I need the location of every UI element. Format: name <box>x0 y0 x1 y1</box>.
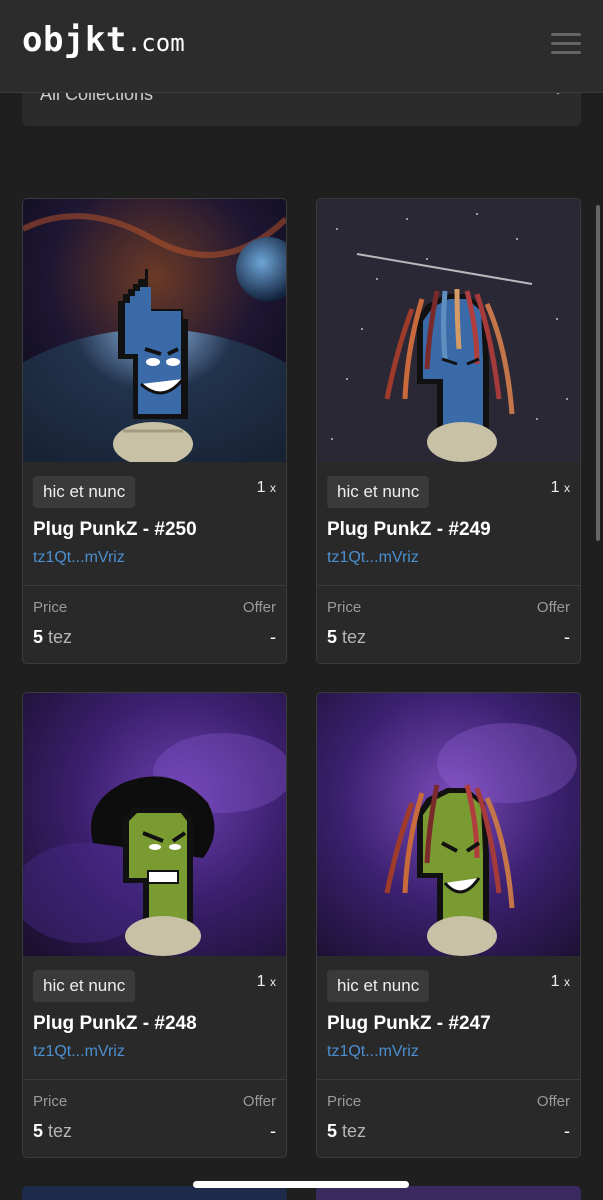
top-header: objkt.com <box>0 0 603 93</box>
price-value: 5 tez <box>33 627 73 647</box>
price-label: Price <box>33 1093 68 1110</box>
home-indicator[interactable] <box>193 1181 409 1188</box>
creator-link[interactable]: tz1Qt...mVriz <box>327 549 419 567</box>
platform-tag[interactable]: hic et nunc <box>327 970 430 1002</box>
edition-count: 1 x <box>550 479 570 496</box>
platform-tag[interactable]: hic et nunc <box>327 476 430 508</box>
offer-label: Offer <box>242 599 276 616</box>
price-value: 5 tez <box>327 627 367 647</box>
nft-card[interactable]: hic et nunc 1 x Plug PunkZ - #249 tz1Qt.… <box>316 198 581 664</box>
price-value: 5 tez <box>33 1121 73 1141</box>
offer-label: Offer <box>242 1093 276 1110</box>
offer-value: - <box>270 627 276 647</box>
nft-card[interactable]: hic et nunc 1 x Plug PunkZ - #250 tz1Qt.… <box>22 198 287 664</box>
nft-artwork[interactable] <box>23 199 286 462</box>
logo-domain-text: .com <box>126 29 185 57</box>
price-label: Price <box>327 1093 362 1110</box>
creator-link[interactable]: tz1Qt...mVriz <box>327 1043 419 1061</box>
nft-card-peek[interactable] <box>22 1186 287 1200</box>
nft-title[interactable]: Plug PunkZ - #249 <box>327 519 491 541</box>
scrollbar[interactable] <box>596 205 600 541</box>
nft-artwork[interactable] <box>23 693 286 956</box>
hamburger-menu-icon[interactable] <box>551 33 581 55</box>
creator-link[interactable]: tz1Qt...mVriz <box>33 549 125 567</box>
nft-card[interactable]: hic et nunc 1 x Plug PunkZ - #248 tz1Qt.… <box>22 692 287 1158</box>
card-divider <box>317 1079 580 1080</box>
card-divider <box>23 585 286 586</box>
nft-card-peek[interactable] <box>316 1186 581 1200</box>
offer-value: - <box>564 1121 570 1141</box>
price-label: Price <box>327 599 362 616</box>
edition-count: 1 x <box>256 973 276 990</box>
card-divider <box>23 1079 286 1080</box>
nft-title[interactable]: Plug PunkZ - #247 <box>327 1013 491 1035</box>
nft-card[interactable]: hic et nunc 1 x Plug PunkZ - #247 tz1Qt.… <box>316 692 581 1158</box>
creator-link[interactable]: tz1Qt...mVriz <box>33 1043 125 1061</box>
card-divider <box>317 585 580 586</box>
nft-artwork[interactable] <box>317 199 580 462</box>
objkt-logo[interactable]: objkt.com <box>22 20 185 60</box>
offer-value: - <box>564 627 570 647</box>
edition-count: 1 x <box>550 973 570 990</box>
nft-artwork[interactable] <box>317 693 580 956</box>
edition-count: 1 x <box>256 479 276 496</box>
logo-main-text: objkt <box>22 20 127 60</box>
offer-label: Offer <box>536 1093 570 1110</box>
price-value: 5 tez <box>327 1121 367 1141</box>
nft-title[interactable]: Plug PunkZ - #250 <box>33 519 197 541</box>
offer-label: Offer <box>536 599 570 616</box>
offer-value: - <box>270 1121 276 1141</box>
platform-tag[interactable]: hic et nunc <box>33 970 136 1002</box>
platform-tag[interactable]: hic et nunc <box>33 476 136 508</box>
price-label: Price <box>33 599 68 616</box>
nft-title[interactable]: Plug PunkZ - #248 <box>33 1013 197 1035</box>
